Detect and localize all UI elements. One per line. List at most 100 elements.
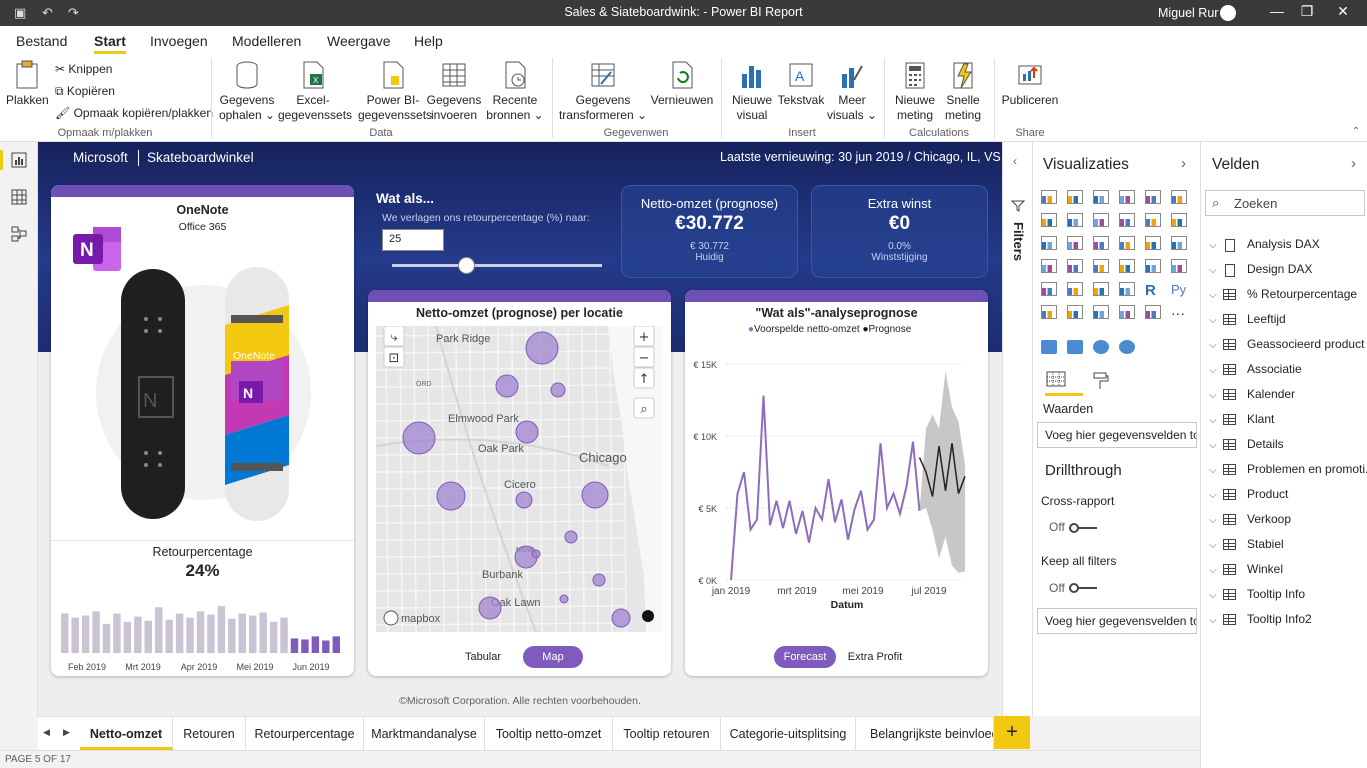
chevron-down-icon[interactable]: ⌵ (1209, 615, 1217, 626)
chevron-down-icon[interactable]: ⌵ (1209, 315, 1217, 326)
add-page-button[interactable]: + (994, 716, 1030, 749)
viz-filled-map-icon[interactable] (1067, 259, 1083, 273)
powerbi-datasets-button[interactable]: Power BI-gegevenssets (358, 60, 432, 123)
chevron-right-icon[interactable]: › (1181, 155, 1186, 172)
field-table-item[interactable]: ⌵ Details (1209, 436, 1367, 461)
field-table-item[interactable]: ⌵ Leeftijd (1209, 311, 1367, 336)
bar[interactable] (196, 611, 205, 653)
series-line-forecast[interactable] (730, 395, 921, 581)
bar[interactable] (311, 636, 320, 653)
minimize-icon[interactable]: — (1262, 3, 1292, 19)
new-measure-button[interactable]: Nieuwe meting (890, 60, 940, 123)
collapse-ribbon-icon[interactable]: ⌃ (1352, 126, 1360, 137)
chevron-down-icon[interactable]: ⌵ (1209, 265, 1217, 276)
tab-retourpercentage[interactable]: Retourpercentage (246, 717, 364, 750)
viz-stacked-area-icon[interactable] (1093, 213, 1109, 227)
map-bubble[interactable] (436, 481, 466, 511)
viz-line-cluster-icon[interactable] (1145, 213, 1161, 227)
viz-funnel-icon[interactable] (1067, 236, 1083, 250)
forecast-card[interactable]: "Wat als"-analyseprognose ●Voorspelde ne… (685, 290, 988, 676)
chevron-left-icon[interactable]: ‹ (1013, 154, 1017, 168)
more-visuals-button[interactable]: Meer visuals ⌄ (826, 60, 878, 123)
bar[interactable] (102, 623, 111, 653)
format-paint-icon[interactable] (1091, 372, 1109, 390)
tab-tooltip-netto-omzet[interactable]: Tooltip netto-omzet (485, 717, 613, 750)
map-bubble[interactable] (550, 382, 566, 398)
tab-netto-omzet[interactable]: Netto-omzet (80, 717, 173, 750)
quick-measure-button[interactable]: Snelle meting (938, 60, 988, 123)
viz-python-visual-icon[interactable]: Py (1171, 282, 1187, 297)
fields-search[interactable]: ⌕ Zoeken (1205, 190, 1365, 216)
viz-100-column-icon[interactable] (1171, 190, 1187, 204)
chevron-down-icon[interactable]: ⌵ (1209, 290, 1217, 301)
viz-100-bar-icon[interactable] (1145, 190, 1161, 204)
format-painter-button[interactable]: 🖌 Opmaak kopiëren/plakken (55, 106, 213, 120)
whatif-slider-track[interactable] (392, 264, 602, 267)
forecast-line-chart[interactable]: € 0K € 5K € 10K € 15K jan 2019 mrt 2019 mei 20… (685, 344, 988, 630)
bar[interactable] (61, 613, 69, 653)
filters-label[interactable]: Filters (1011, 222, 1026, 261)
viz-slicer-icon[interactable] (1067, 282, 1083, 296)
viz-stacked-column-icon[interactable] (1067, 190, 1083, 204)
tab-prev-icon[interactable]: ◀ (43, 727, 50, 738)
field-table-item[interactable]: ⌵ Tooltip Info2 (1209, 611, 1367, 636)
cross-report-toggle[interactable] (1069, 523, 1097, 533)
tabular-button[interactable]: Tabular (454, 646, 512, 668)
values-drop-zone[interactable]: Voeg hier gegevensvelden toe (1037, 422, 1197, 448)
textbox-button[interactable]: A Tekstvak (776, 60, 826, 108)
bar[interactable] (259, 612, 267, 653)
bar[interactable] (217, 606, 226, 653)
chevron-down-icon[interactable]: ⌵ (1209, 465, 1217, 476)
viz-custom-icon[interactable] (1145, 305, 1161, 319)
bar[interactable] (165, 619, 173, 653)
viz-multi-card-icon[interactable] (1171, 259, 1187, 273)
cut-button[interactable]: ✂ Knippen (55, 62, 112, 76)
field-table-item[interactable]: ⌵ Winkel (1209, 561, 1367, 586)
viz-kpi-icon[interactable] (1041, 282, 1057, 296)
bar[interactable] (113, 613, 121, 653)
bar[interactable] (332, 636, 340, 653)
publish-button[interactable]: Publiceren (1000, 60, 1060, 108)
chevron-down-icon[interactable]: ⌵ (1209, 415, 1217, 426)
bar[interactable] (322, 640, 330, 653)
map-bubble[interactable] (559, 594, 569, 604)
menu-bestand[interactable]: Bestand (16, 33, 67, 49)
get-data-button[interactable]: Gegevens ophalen ⌄ (216, 60, 278, 123)
whatif-slider-thumb[interactable] (457, 257, 475, 274)
chevron-down-icon[interactable]: ⌵ (1209, 340, 1217, 351)
tab-tooltip-retouren[interactable]: Tooltip retouren (613, 717, 721, 750)
bar[interactable] (238, 613, 246, 653)
tab-retouren[interactable]: Retouren (173, 717, 246, 750)
tab-categorie-uitsplitsing[interactable]: Categorie-uitsplitsing (721, 717, 856, 750)
map-bubble[interactable] (531, 549, 541, 559)
location-map[interactable]: Park Ridge Elmwood Park Oak Park Chicago Cic… (376, 326, 663, 632)
viz-table-view-icon[interactable] (1041, 340, 1057, 354)
chevron-down-icon[interactable]: ⌵ (1209, 390, 1217, 401)
bar[interactable] (186, 617, 194, 653)
restore-icon[interactable]: ❐ (1292, 3, 1322, 20)
map-bubble[interactable] (478, 596, 502, 620)
forecast-button[interactable]: Forecast (774, 646, 836, 668)
map-card[interactable]: Netto-omzet (prognose) per locatie Park … (368, 290, 671, 676)
chevron-down-icon[interactable]: ⌵ (1209, 540, 1217, 551)
chevron-down-icon[interactable]: ⌵ (1209, 515, 1217, 526)
bar[interactable] (123, 621, 132, 653)
viz-clustered-column-icon[interactable] (1119, 190, 1135, 204)
viz-pie-icon[interactable] (1119, 236, 1135, 250)
tab-belangrijkste-beinvloeder[interactable]: Belangrijkste beinvloeder (856, 717, 994, 750)
bar[interactable] (144, 620, 152, 653)
transform-data-button[interactable]: Gegevens transformeren ⌄ (556, 60, 650, 123)
copy-button[interactable]: ⧉ Kopiëren (55, 84, 115, 99)
new-visual-button[interactable]: Nieuwe visual (726, 60, 778, 123)
menu-invoegen[interactable]: Invoegen (150, 33, 208, 49)
close-icon[interactable]: ✕ (1328, 3, 1358, 20)
map-bubble[interactable] (402, 421, 436, 455)
tab-next-icon[interactable]: ▶ (63, 727, 70, 738)
viz-treemap-icon[interactable] (1171, 236, 1187, 250)
map-bubble[interactable] (611, 608, 631, 628)
bar[interactable] (155, 607, 163, 653)
bar[interactable] (81, 615, 90, 653)
field-table-item[interactable]: ⌵ Design DAX (1209, 261, 1367, 286)
chevron-right-icon[interactable]: › (1351, 155, 1356, 172)
drillthrough-drop-zone[interactable]: Voeg hier gegevensvelden toe (1037, 608, 1197, 634)
